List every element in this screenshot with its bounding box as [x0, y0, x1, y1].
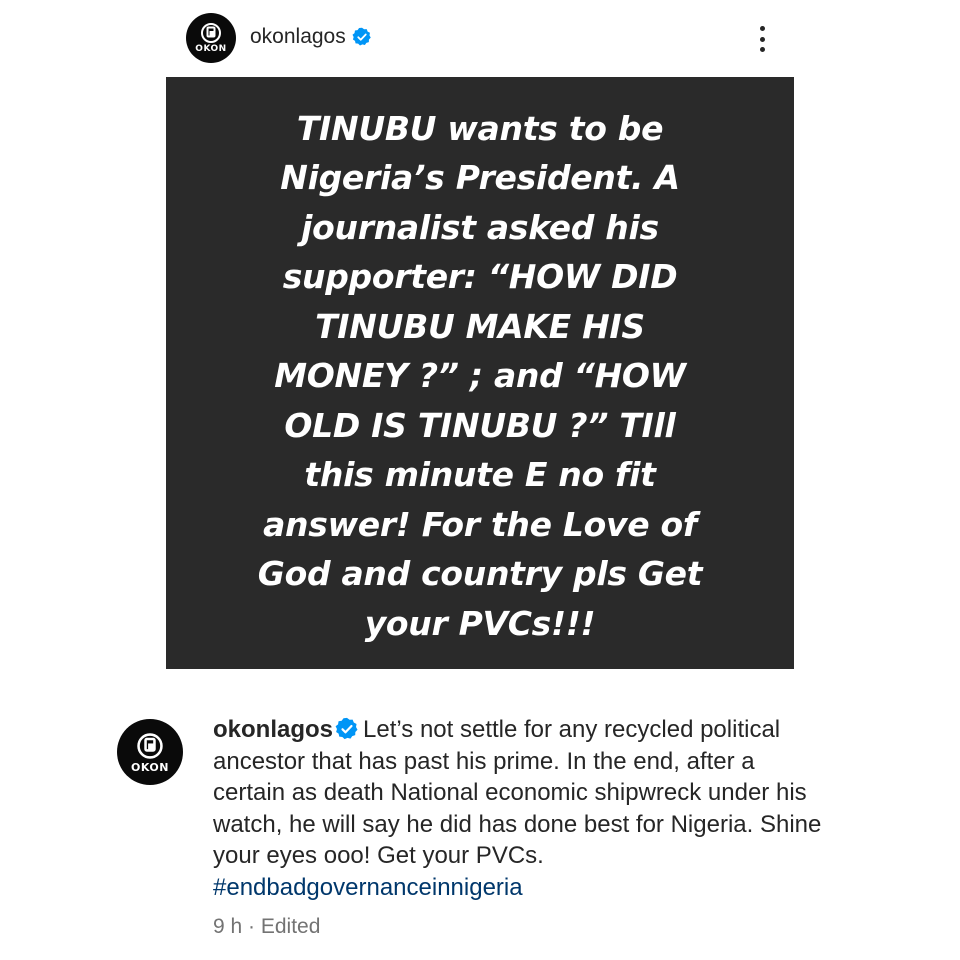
post-caption: okonlagos Let’s not settle for any recyc… [213, 714, 833, 903]
post-meta: 9 h · Edited [213, 915, 320, 939]
post-image[interactable]: TINUBU wants to be Nigeria’s President. … [166, 77, 794, 669]
more-dot [759, 47, 765, 52]
verified-badge-icon [352, 27, 371, 46]
avatar-logo-text: OKON [195, 44, 227, 54]
meta-separator: · [242, 915, 261, 938]
more-options-button[interactable] [752, 22, 772, 56]
post-username[interactable]: okonlagos [250, 25, 372, 49]
hashtag-link[interactable]: #endbadgovernanceinnigeria [213, 874, 523, 901]
avatar-logo-text: OKON [131, 760, 169, 774]
profile-avatar[interactable]: OKON [186, 13, 236, 63]
post-image-text: TINUBU wants to be Nigeria’s President. … [257, 108, 703, 643]
username-text[interactable]: okonlagos [250, 25, 346, 49]
more-dot [759, 36, 765, 42]
okon-logo-icon [201, 23, 221, 43]
verified-badge-icon [335, 717, 358, 740]
caption-username[interactable]: okonlagos [213, 716, 333, 743]
post-timestamp[interactable]: 9 h [213, 915, 242, 938]
okon-logo-icon [137, 732, 163, 759]
more-vertical-icon [759, 26, 765, 31]
caption-avatar[interactable]: OKON [117, 719, 183, 785]
edited-label: Edited [260, 915, 321, 938]
post-header: OKON okonlagos [0, 0, 960, 78]
